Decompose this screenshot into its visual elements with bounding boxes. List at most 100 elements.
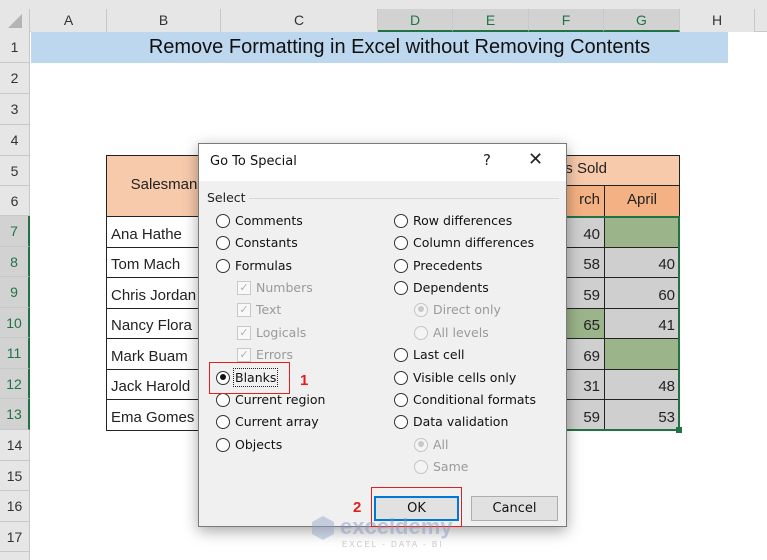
april-cell[interactable]: 41 xyxy=(604,308,680,339)
radio-same: Same xyxy=(414,459,468,474)
radio-icon xyxy=(414,302,428,317)
row-header-5[interactable]: 5 xyxy=(0,156,30,186)
help-icon[interactable]: ? xyxy=(483,151,491,169)
column-header-h[interactable]: H xyxy=(680,9,755,32)
option-label: Same xyxy=(433,459,469,474)
annotation-step-1: 1 xyxy=(300,372,309,389)
option-label: Constants xyxy=(235,235,298,250)
radio-icon xyxy=(394,213,408,228)
radio-icon xyxy=(394,347,408,362)
radio-icon xyxy=(216,392,230,407)
checkbox-icon: ✓ xyxy=(237,325,251,340)
column-header-a[interactable]: A xyxy=(31,9,107,32)
row-header-overflow xyxy=(0,552,30,560)
checkbox-icon: ✓ xyxy=(237,302,251,317)
column-header-c[interactable]: C xyxy=(221,9,378,32)
option-label: Direct only xyxy=(433,302,501,317)
row-header-17[interactable]: 17 xyxy=(0,522,30,552)
april-cell-value: 41 xyxy=(658,317,675,334)
radio-icon xyxy=(414,437,428,452)
option-label: Objects xyxy=(235,437,283,452)
column-header-b[interactable]: B xyxy=(107,9,221,32)
row-header-7[interactable]: 7 xyxy=(0,216,30,247)
row-header-8[interactable]: 8 xyxy=(0,247,30,277)
column-header-d[interactable]: D xyxy=(378,9,453,32)
radio-precedents[interactable]: Precedents xyxy=(394,258,482,273)
header-april-text: April xyxy=(626,190,657,208)
radio-current-region[interactable]: Current region xyxy=(216,392,325,407)
row-header-6[interactable]: 6 xyxy=(0,186,30,216)
cancel-button[interactable]: Cancel xyxy=(471,496,558,521)
april-cell[interactable] xyxy=(604,216,680,248)
option-label: Last cell xyxy=(413,347,465,362)
radio-objects[interactable]: Objects xyxy=(216,437,282,452)
checkbox-logicals: ✓ Logicals xyxy=(237,325,306,340)
option-label: All xyxy=(433,437,449,452)
april-cell[interactable]: 40 xyxy=(604,247,680,278)
radio-constants[interactable]: Constants xyxy=(216,235,298,250)
salesman-name-cell-value: Tom Mach xyxy=(111,256,181,273)
salesman-name-cell-value: Nancy Flora xyxy=(111,317,192,334)
checkbox-icon: ✓ xyxy=(237,347,251,362)
radio-row-differences[interactable]: Row differences xyxy=(394,213,512,228)
sheet-title-cell[interactable]: Remove Formatting in Excel without Remov… xyxy=(31,32,728,63)
row-header-9[interactable]: 9 xyxy=(0,277,30,308)
option-label: Data validation xyxy=(413,414,509,429)
row-header-12[interactable]: 12 xyxy=(0,369,30,399)
radio-icon xyxy=(394,414,408,429)
option-label: Conditional formats xyxy=(413,392,536,407)
row-header-16[interactable]: 16 xyxy=(0,491,30,522)
row-header-13[interactable]: 13 xyxy=(0,399,30,430)
option-label: Text xyxy=(256,302,282,317)
select-all-triangle-icon xyxy=(8,14,22,28)
row-header-14[interactable]: 14 xyxy=(0,430,30,461)
march-cell-value: 59 xyxy=(583,409,600,426)
option-label: Column differences xyxy=(413,235,535,250)
option-label: Current region xyxy=(235,392,326,407)
option-label: Numbers xyxy=(256,280,313,295)
checkbox-numbers: ✓ Numbers xyxy=(237,280,313,295)
row-header-11[interactable]: 11 xyxy=(0,338,30,369)
column-header-f[interactable]: F xyxy=(529,9,604,32)
radio-icon xyxy=(216,258,230,273)
radio-comments[interactable]: Comments xyxy=(216,213,303,228)
checkbox-errors: ✓ Errors xyxy=(237,347,293,362)
april-cell[interactable]: 60 xyxy=(604,277,680,309)
radio-icon xyxy=(216,213,230,228)
ok-button[interactable]: OK xyxy=(374,496,459,521)
option-label: Row differences xyxy=(413,213,513,228)
column-header-g[interactable]: G xyxy=(604,9,680,32)
april-cell[interactable]: 48 xyxy=(604,369,680,400)
radio-formulas[interactable]: Formulas xyxy=(216,258,292,273)
april-cell[interactable]: 53 xyxy=(604,399,680,431)
header-april[interactable]: April xyxy=(604,185,680,217)
radio-last-cell[interactable]: Last cell xyxy=(394,347,465,362)
fill-handle[interactable] xyxy=(676,427,682,433)
sheet-title: Remove Formatting in Excel without Remov… xyxy=(148,36,651,58)
annotation-step-2: 2 xyxy=(353,499,362,516)
radio-conditional-formats[interactable]: Conditional formats xyxy=(394,392,536,407)
row-header-2[interactable]: 2 xyxy=(0,63,30,94)
april-cell-value: 60 xyxy=(658,287,675,304)
option-label: Dependents xyxy=(413,280,489,295)
checkbox-icon: ✓ xyxy=(237,280,251,295)
row-header-1[interactable]: 1 xyxy=(0,32,30,63)
radio-dependents[interactable]: Dependents xyxy=(394,280,489,295)
april-cell-value: 40 xyxy=(658,256,675,273)
salesman-name-cell-value: Ana Hathe xyxy=(111,226,182,243)
column-header-e[interactable]: E xyxy=(453,9,529,32)
option-label: Errors xyxy=(256,347,293,362)
radio-column-differences[interactable]: Column differences xyxy=(394,235,534,250)
row-header-3[interactable]: 3 xyxy=(0,94,30,125)
option-label: Current array xyxy=(235,414,319,429)
row-header-15[interactable]: 15 xyxy=(0,461,30,491)
march-cell-value: 65 xyxy=(583,317,600,334)
radio-visible-cells-only[interactable]: Visible cells only xyxy=(394,370,516,385)
row-header-10[interactable]: 10 xyxy=(0,308,30,338)
close-icon[interactable]: ✕ xyxy=(528,149,543,170)
radio-current-array[interactable]: Current array xyxy=(216,414,319,429)
april-cell[interactable] xyxy=(604,338,680,370)
header-units-sold-text: s Sold xyxy=(565,160,607,177)
row-header-4[interactable]: 4 xyxy=(0,125,30,156)
radio-data-validation[interactable]: Data validation xyxy=(394,414,508,429)
